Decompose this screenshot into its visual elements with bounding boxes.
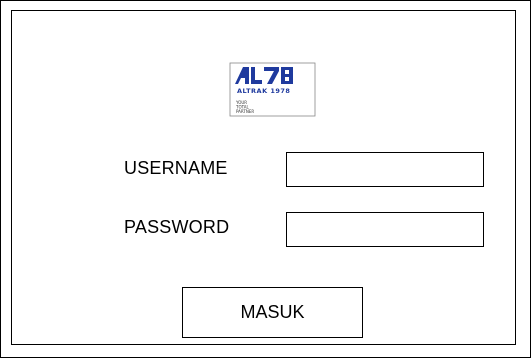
password-input[interactable] xyxy=(286,212,484,247)
altrak-logo: ALTRAK 1978 YOUR TOTAL PARTNER xyxy=(229,62,316,117)
login-button[interactable]: MASUK xyxy=(182,287,363,338)
username-input[interactable] xyxy=(286,152,484,187)
logo-name: ALTRAK 1978 xyxy=(237,87,290,95)
password-label: PASSWORD xyxy=(124,217,230,237)
username-label: USERNAME xyxy=(124,158,228,178)
logo-tagline-line3: PARTNER xyxy=(236,109,254,114)
